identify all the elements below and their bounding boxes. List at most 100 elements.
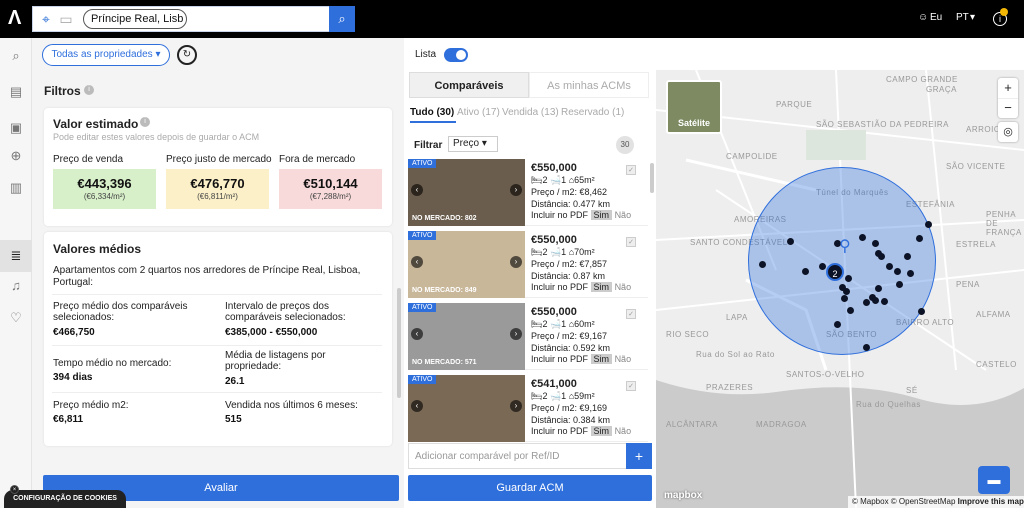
select-checkbox[interactable]: ✓ <box>626 165 636 175</box>
select-checkbox[interactable]: ✓ <box>626 309 636 319</box>
chevron-right-icon[interactable]: › <box>510 256 522 268</box>
app-logo[interactable]: Λ <box>8 8 26 28</box>
price-box-off[interactable]: €510,144 (€7,288/m²) <box>279 169 382 209</box>
listing-card[interactable]: ATIVO NO MERCADO: 849 ‹ › €550,000 🛏2 🛁1… <box>408 231 648 298</box>
chevron-left-icon[interactable]: ‹ <box>411 400 423 412</box>
property-marker[interactable] <box>872 297 879 304</box>
user-menu[interactable]: Eu <box>930 12 942 23</box>
info-icon[interactable]: i <box>84 85 94 95</box>
tab-comparables[interactable]: Comparáveis <box>409 72 529 98</box>
list-toggle[interactable] <box>444 48 468 62</box>
property-marker[interactable] <box>843 288 850 295</box>
property-marker[interactable] <box>834 321 841 328</box>
heart-icon[interactable]: ♡ <box>6 308 26 328</box>
cma-icon[interactable]: ≣ <box>6 246 26 266</box>
chevron-right-icon[interactable]: › <box>510 328 522 340</box>
listing-photo[interactable]: ATIVO NO MERCADO: 802 ‹ › <box>408 159 525 226</box>
property-marker[interactable] <box>916 235 923 242</box>
listing-card[interactable]: ATIVO ‹ › €541,000 🛏2 🛁1 ⌂59m² Preço / m… <box>408 375 648 442</box>
no-option[interactable]: Não <box>615 282 632 292</box>
refresh-icon[interactable]: ↻ <box>177 45 197 65</box>
zoom-in-button[interactable]: + <box>998 78 1018 98</box>
property-marker[interactable] <box>904 253 911 260</box>
scrollbar[interactable] <box>397 288 401 398</box>
info-icon[interactable]: i <box>140 117 150 127</box>
yes-option[interactable]: Sim <box>590 426 613 436</box>
property-marker[interactable] <box>819 263 826 270</box>
property-marker[interactable] <box>787 238 794 245</box>
listing-photo[interactable]: ATIVO NO MERCADO: 849 ‹ › <box>408 231 525 298</box>
chevron-left-icon[interactable]: ‹ <box>411 184 423 196</box>
property-marker[interactable] <box>802 268 809 275</box>
property-marker[interactable] <box>841 295 848 302</box>
property-marker[interactable] <box>872 240 879 247</box>
price-box-sale[interactable]: €443,396 (€6,334/m²) <box>53 169 156 209</box>
property-marker[interactable] <box>918 308 925 315</box>
property-marker[interactable] <box>894 268 901 275</box>
property-marker[interactable] <box>863 299 870 306</box>
map[interactable]: GRAÇA SÃO SEBASTIÃO DA PEDREIRA CAMPOLIDE T… <box>656 70 1024 508</box>
valuation-icon[interactable]: ▣ <box>6 118 26 138</box>
tab-my-cmas[interactable]: As minhas ACMs <box>529 72 649 98</box>
property-marker[interactable] <box>847 307 854 314</box>
user-icon[interactable]: ☺ <box>918 12 928 23</box>
listing-photo[interactable]: ATIVO ‹ › <box>408 375 525 442</box>
listing-photo[interactable]: ATIVO NO MERCADO: 571 ‹ › <box>408 303 525 370</box>
property-marker[interactable] <box>907 270 914 277</box>
property-marker[interactable] <box>759 261 766 268</box>
property-marker[interactable] <box>875 285 882 292</box>
subtab-active[interactable]: Ativo (17) <box>457 107 500 118</box>
property-marker[interactable] <box>845 275 852 282</box>
select-checkbox[interactable]: ✓ <box>626 237 636 247</box>
subtab-reserved[interactable]: Reservado (1) <box>561 107 624 118</box>
listing-card[interactable]: ATIVO NO MERCADO: 802 ‹ › €550,000 🛏2 🛁1… <box>408 159 648 226</box>
add-button[interactable]: + <box>626 443 652 469</box>
no-option[interactable]: Não <box>615 210 632 220</box>
scrollbar[interactable] <box>650 163 654 193</box>
cookie-settings-button[interactable]: CONFIGURAÇÃO DE COOKIES <box>4 490 126 508</box>
attribution-text[interactable]: © Mapbox © OpenStreetMap <box>852 497 955 506</box>
chat-icon[interactable]: ▬ <box>978 466 1010 494</box>
chart-icon[interactable]: ▥ <box>6 178 26 198</box>
property-marker[interactable] <box>859 234 866 241</box>
analysis-icon[interactable]: ⊕ <box>6 146 26 166</box>
property-marker[interactable] <box>886 263 893 270</box>
close-icon[interactable]: × <box>10 485 19 494</box>
language-menu[interactable]: PT <box>956 12 969 23</box>
listing-card[interactable]: ATIVO NO MERCADO: 571 ‹ › €550,000 🛏2 🛁1… <box>408 303 648 370</box>
property-marker[interactable] <box>896 281 903 288</box>
map-search-icon[interactable]: ▤ <box>6 82 26 102</box>
property-marker[interactable] <box>925 221 932 228</box>
chevron-left-icon[interactable]: ‹ <box>411 328 423 340</box>
yes-option[interactable]: Sim <box>590 282 613 292</box>
map-icon[interactable]: ⌖ <box>37 10 55 28</box>
chevron-left-icon[interactable]: ‹ <box>411 256 423 268</box>
search-button[interactable]: ⌕ <box>329 6 355 32</box>
subtab-sold[interactable]: Vendida (13) <box>502 107 559 118</box>
property-marker[interactable] <box>878 253 885 260</box>
improve-map-link[interactable]: Improve this map <box>958 497 1024 506</box>
property-type-dropdown[interactable]: Todas as propriedades ▾ <box>42 44 170 66</box>
price-box-fair[interactable]: €476,770 (€6,811/m²) <box>166 169 269 209</box>
no-option[interactable]: Não <box>615 426 632 436</box>
sort-dropdown[interactable]: Preço ▾ <box>448 136 498 152</box>
yes-option[interactable]: Sim <box>590 210 613 220</box>
cluster-marker[interactable]: 2 <box>826 263 844 281</box>
select-checkbox[interactable]: ✓ <box>626 381 636 391</box>
property-marker[interactable] <box>863 344 870 351</box>
search-icon[interactable]: ⌕ <box>6 46 26 66</box>
chevron-right-icon[interactable]: › <box>510 184 522 196</box>
satellite-toggle[interactable]: Satélite <box>666 80 722 134</box>
chevron-right-icon[interactable]: › <box>510 400 522 412</box>
property-marker[interactable] <box>881 298 888 305</box>
no-option[interactable]: Não <box>615 354 632 364</box>
bell-icon[interactable]: ♫ <box>6 276 26 296</box>
subtab-all[interactable]: Tudo (30) <box>410 107 454 118</box>
draw-area-icon[interactable]: ▭ <box>57 10 75 28</box>
add-comparable-field[interactable]: Adicionar comparável por Ref/ID + <box>408 443 652 469</box>
search-location-pill[interactable]: Príncipe Real, Lisb ... <box>83 9 187 29</box>
save-cma-button[interactable]: Guardar ACM <box>408 475 652 501</box>
yes-option[interactable]: Sim <box>590 354 613 364</box>
zoom-out-button[interactable]: − <box>998 98 1018 118</box>
geolocate-icon[interactable]: ◎ <box>998 122 1018 142</box>
